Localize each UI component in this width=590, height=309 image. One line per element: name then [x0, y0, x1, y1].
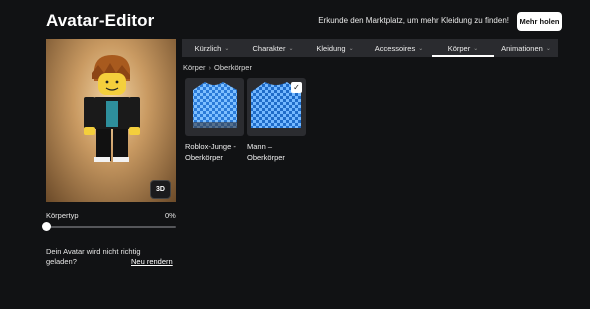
- tab-charakter[interactable]: Charakter ⌄: [242, 39, 304, 57]
- torso-thumbnail-image: [193, 82, 237, 128]
- catalog-item[interactable]: Roblox-Junge - Oberkörper: [185, 78, 247, 163]
- chevron-down-icon: ⌄: [224, 45, 230, 52]
- view-3d-toggle-button[interactable]: 3D: [150, 180, 171, 199]
- tab-kleidung[interactable]: Kleidung ⌄: [304, 39, 366, 57]
- tab-label: Charakter: [252, 43, 286, 53]
- tab-koerper[interactable]: Körper ⌄: [432, 39, 494, 57]
- chevron-down-icon: ⌄: [473, 45, 479, 52]
- body-type-slider-track[interactable]: [46, 226, 176, 228]
- avatar-figure: [84, 55, 140, 162]
- selected-check-icon: ✓: [291, 82, 302, 93]
- item-thumbnail[interactable]: [185, 78, 244, 136]
- rerender-link[interactable]: Neu rendern: [131, 257, 173, 266]
- chevron-down-icon: ⌄: [418, 45, 424, 52]
- category-tabs: Kürzlich ⌄ Charakter ⌄ Kleidung ⌄ Accessoir…: [182, 39, 558, 57]
- breadcrumb-current: Oberkörper: [214, 63, 252, 72]
- catalog-item[interactable]: ✓ Mann – Oberkörper: [247, 78, 309, 163]
- get-more-button[interactable]: Mehr holen: [517, 12, 562, 31]
- tab-accessoires[interactable]: Accessoires ⌄: [366, 39, 432, 57]
- tab-kuerzlich[interactable]: Kürzlich ⌄: [182, 39, 242, 57]
- tab-animationen[interactable]: Animationen ⌄: [494, 39, 558, 57]
- tab-label: Kürzlich: [194, 43, 222, 53]
- breadcrumb-separator: ›: [208, 63, 212, 72]
- chevron-down-icon: ⌄: [545, 45, 551, 52]
- body-type-slider-handle[interactable]: [42, 222, 51, 231]
- breadcrumb-parent[interactable]: Körper: [183, 63, 206, 72]
- tab-label: Animationen: [501, 43, 543, 53]
- avatar-preview[interactable]: [46, 39, 176, 202]
- body-type-label: Körpertyp: [46, 211, 79, 220]
- tab-label: Accessoires: [374, 43, 416, 53]
- chevron-down-icon: ⌄: [288, 45, 294, 52]
- tab-label: Körper: [447, 43, 471, 53]
- chevron-down-icon: ⌄: [348, 45, 354, 52]
- breadcrumb: Körper › Oberkörper: [183, 63, 252, 72]
- body-type-value: 0%: [165, 211, 176, 220]
- tab-label: Kleidung: [316, 43, 346, 53]
- item-thumbnail[interactable]: ✓: [247, 78, 306, 136]
- item-label: Mann – Oberkörper: [247, 142, 285, 162]
- marketplace-promo-text: Erkunde den Marktplatz, um mehr Kleidung…: [318, 16, 509, 25]
- item-label: Roblox-Junge - Oberkörper: [185, 142, 236, 162]
- page-title: Avatar-Editor: [46, 11, 155, 30]
